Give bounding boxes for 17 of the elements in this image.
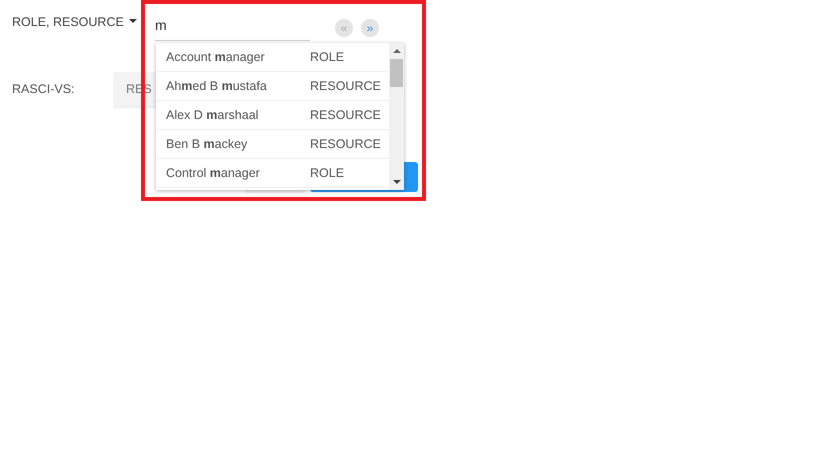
rasci-label: RASCI-VS: [12,82,76,96]
suggestion-type[interactable]: ROLE [310,50,344,64]
suggestion-type[interactable]: RESOURCE [310,108,381,122]
suggestion-name[interactable]: Alex D marshaal [166,108,310,122]
caret-icon[interactable] [128,19,137,23]
scroll-thumb[interactable] [390,59,403,87]
scroll-down-icon[interactable] [393,180,401,184]
suggestion-type[interactable]: ROLE [310,166,344,180]
suggestion-name[interactable]: Ben B mackey [166,137,310,151]
suggestion-type[interactable]: RESOURCE [310,137,381,151]
filter-label[interactable]: ROLE, RESOURCE [12,15,124,29]
suggestion-name[interactable]: Account manager [166,50,310,64]
suggestion-type[interactable]: RESOURCE [310,79,381,93]
scrollbar[interactable] [389,43,404,190]
search-field[interactable]: m [155,16,310,41]
suggestion-name[interactable]: Control manager [166,166,310,180]
scroll-up-icon[interactable] [393,49,401,53]
